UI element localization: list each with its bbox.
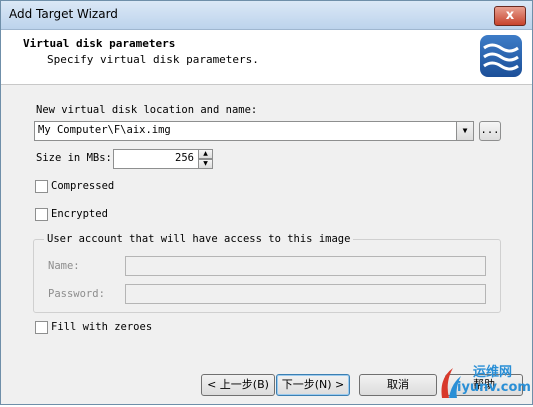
compressed-checkbox[interactable] <box>35 180 48 193</box>
user-account-group: User account that will have access to th… <box>33 233 501 313</box>
spin-up-icon[interactable]: ▲ <box>198 149 213 159</box>
spin-down-icon[interactable]: ▼ <box>198 159 213 169</box>
compressed-label: Compressed <box>51 180 115 192</box>
back-button[interactable]: < 上一步(B) <box>201 374 275 396</box>
user-account-legend: User account that will have access to th… <box>44 233 354 245</box>
watermark-text: iyunv.com <box>457 380 531 395</box>
fill-zeroes-checkbox[interactable] <box>35 321 48 334</box>
size-value: 256 <box>175 152 194 164</box>
name-label: Name: <box>48 260 80 272</box>
size-input[interactable]: 256 <box>113 149 199 169</box>
close-button[interactable]: x <box>494 6 526 26</box>
window-title: Add Target Wizard <box>9 7 118 21</box>
waves-logo-icon <box>480 35 522 77</box>
name-field[interactable] <box>125 256 486 276</box>
chevron-down-icon[interactable]: ▼ <box>456 122 473 140</box>
watermark: 运维网 iyunv.com <box>437 358 532 404</box>
browse-button[interactable]: ... <box>479 121 501 141</box>
fill-zeroes-label: Fill with zeroes <box>51 321 153 333</box>
location-label: New virtual disk location and name: <box>36 104 258 116</box>
location-value: My Computer\F\aix.img <box>38 124 171 136</box>
encrypted-label: Encrypted <box>51 208 108 220</box>
wizard-header: Virtual disk parameters Specify virtual … <box>1 30 532 85</box>
encrypted-checkbox[interactable] <box>35 208 48 221</box>
watermark-text-cn: 运维网 <box>473 365 513 380</box>
next-button[interactable]: 下一步(N) > <box>276 374 350 396</box>
wizard-window: Add Target Wizard x Virtual disk paramet… <box>0 0 533 405</box>
password-label: Password: <box>48 288 105 300</box>
close-icon: x <box>505 8 515 23</box>
header-subtitle: Specify virtual disk parameters. <box>47 53 259 66</box>
title-bar: Add Target Wizard x <box>1 1 532 30</box>
size-spinner[interactable]: ▲ ▼ <box>198 149 213 169</box>
size-label: Size in MBs: <box>36 152 112 164</box>
location-combobox[interactable]: My Computer\F\aix.img ▼ <box>34 121 474 141</box>
password-field[interactable] <box>125 284 486 304</box>
header-title: Virtual disk parameters <box>23 37 176 50</box>
cancel-button[interactable]: 取消 <box>359 374 437 396</box>
